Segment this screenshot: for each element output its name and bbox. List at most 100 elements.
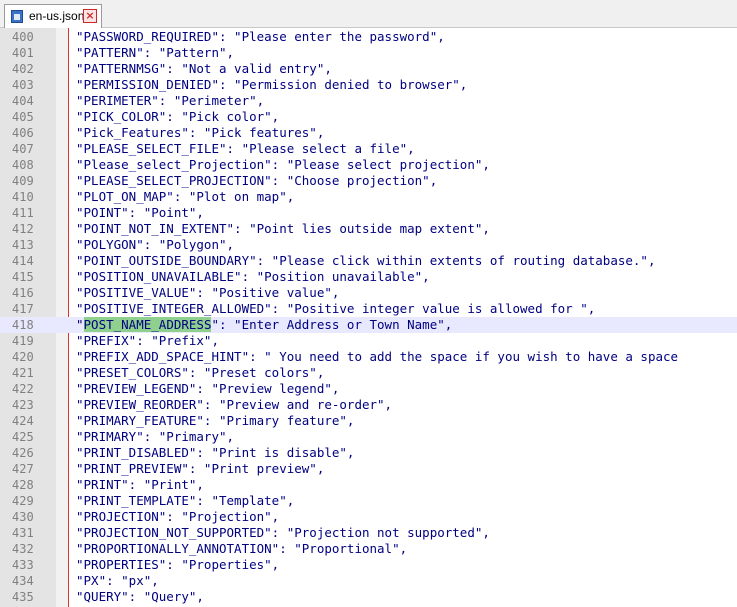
code-line[interactable]: 416 "POSITIVE_VALUE": "Positive value", <box>0 285 737 301</box>
line-number: 432 <box>12 542 34 556</box>
code-text: "PRINT_TEMPLATE": "Template", <box>76 493 295 508</box>
code-text: "PROJECTION": "Projection", <box>76 509 280 524</box>
code-line[interactable]: 430 "PROJECTION": "Projection", <box>0 509 737 525</box>
code-line[interactable]: 434 "PX": "px", <box>0 573 737 589</box>
line-number: 420 <box>12 350 34 364</box>
code-text: "PATTERN": "Pattern", <box>76 45 235 60</box>
line-number: 402 <box>12 62 34 76</box>
line-number: 426 <box>12 446 34 460</box>
code-text: "PRIMARY": "Primary", <box>76 429 235 444</box>
code-line[interactable]: 432 "PROPORTIONALLY_ANNOTATION": "Proport… <box>0 541 737 557</box>
search-match-highlight: POST_NAME_ADDRESS <box>83 317 212 332</box>
line-number: 416 <box>12 286 34 300</box>
line-number: 405 <box>12 110 34 124</box>
code-line[interactable]: 412 "POINT_NOT_IN_EXTENT": "Point lies ou… <box>0 221 737 237</box>
code-line[interactable]: 422 "PREVIEW_LEGEND": "Preview legend", <box>0 381 737 397</box>
code-text: "POSITIVE_INTEGER_ALLOWED": "Positive in… <box>76 301 596 316</box>
line-number: 406 <box>12 126 34 140</box>
code-text: "PRINT_PREVIEW": "Print preview", <box>76 461 325 476</box>
line-number: 401 <box>12 46 34 60</box>
line-number: 423 <box>12 398 34 412</box>
code-line[interactable]: 418 "POST_NAME_ADDRESS": "Enter Address o… <box>0 317 737 333</box>
code-text: "PERMISSION_DENIED": "Permission denied … <box>76 77 468 92</box>
code-text: "PROPORTIONALLY_ANNOTATION": "Proportion… <box>76 541 408 556</box>
line-number: 430 <box>12 510 34 524</box>
line-number: 419 <box>12 334 34 348</box>
line-number: 431 <box>12 526 34 540</box>
code-editor[interactable]: 400 "PASSWORD_REQUIRED": "Please enter th… <box>0 28 737 607</box>
code-text: "POSITIVE_VALUE": "Positive value", <box>76 285 340 300</box>
line-number: 415 <box>12 270 34 284</box>
code-text: "POSITION_UNAVAILABLE": "Position unavai… <box>76 269 430 284</box>
code-line[interactable]: 405 "PICK_COLOR": "Pick color", <box>0 109 737 125</box>
code-text: "PREVIEW_LEGEND": "Preview legend", <box>76 381 340 396</box>
line-number: 422 <box>12 382 34 396</box>
code-line[interactable]: 409 "PLEASE_SELECT_PROJECTION": "Choose p… <box>0 173 737 189</box>
code-line[interactable]: 403 "PERMISSION_DENIED": "Permission deni… <box>0 77 737 93</box>
line-number: 428 <box>12 478 34 492</box>
line-number: 411 <box>12 206 34 220</box>
line-number: 425 <box>12 430 34 444</box>
line-number: 400 <box>12 30 34 44</box>
code-line[interactable]: 410 "PLOT_ON_MAP": "Plot on map", <box>0 189 737 205</box>
code-line[interactable]: 401 "PATTERN": "Pattern", <box>0 45 737 61</box>
line-number: 435 <box>12 590 34 604</box>
code-text: "PICK_COLOR": "Pick color", <box>76 109 280 124</box>
code-line[interactable]: 424 "PRIMARY_FEATURE": "Primary feature", <box>0 413 737 429</box>
code-text: "PLEASE_SELECT_FILE": "Please select a f… <box>76 141 415 156</box>
code-text: "PLOT_ON_MAP": "Plot on map", <box>76 189 295 204</box>
code-text: "PRINT": "Print", <box>76 477 204 492</box>
code-text: "PREFIX": "Prefix", <box>76 333 219 348</box>
code-text: "PERIMETER": "Perimeter", <box>76 93 265 108</box>
code-line[interactable]: 420 "PREFIX_ADD_SPACE_HINT": " You need t… <box>0 349 737 365</box>
line-number: 403 <box>12 78 34 92</box>
code-text: "POINT_OUTSIDE_BOUNDARY": "Please click … <box>76 253 656 268</box>
code-line[interactable]: 404 "PERIMETER": "Perimeter", <box>0 93 737 109</box>
code-line[interactable]: 407 "PLEASE_SELECT_FILE": "Please select … <box>0 141 737 157</box>
line-number: 434 <box>12 574 34 588</box>
code-lines: 400 "PASSWORD_REQUIRED": "Please enter th… <box>0 29 737 605</box>
code-text: "PREVIEW_REORDER": "Preview and re-order… <box>76 397 393 412</box>
tab-en-us-json[interactable]: en-us.json × <box>4 4 102 28</box>
code-text: "PX": "px", <box>76 573 159 588</box>
code-line[interactable]: 400 "PASSWORD_REQUIRED": "Please enter th… <box>0 29 737 45</box>
code-text: "Pick_Features": "Pick features", <box>76 125 325 140</box>
line-number: 429 <box>12 494 34 508</box>
code-text: "PREFIX_ADD_SPACE_HINT": " You need to a… <box>76 349 679 364</box>
line-number: 427 <box>12 462 34 476</box>
code-text: "POST_NAME_ADDRESS": "Enter Address or T… <box>76 317 452 333</box>
code-line[interactable]: 414 "POINT_OUTSIDE_BOUNDARY": "Please cli… <box>0 253 737 269</box>
code-line[interactable]: 431 "PROJECTION_NOT_SUPPORTED": "Projecti… <box>0 525 737 541</box>
code-line[interactable]: 408 "Please_select_Projection": "Please s… <box>0 157 737 173</box>
code-text: "PRINT_DISABLED": "Print is disable", <box>76 445 355 460</box>
code-line[interactable]: 425 "PRIMARY": "Primary", <box>0 429 737 445</box>
code-line[interactable]: 433 "PROPERTIES": "Properties", <box>0 557 737 573</box>
line-number: 408 <box>12 158 34 172</box>
code-line[interactable]: 426 "PRINT_DISABLED": "Print is disable", <box>0 445 737 461</box>
code-text: "PLEASE_SELECT_PROJECTION": "Choose proj… <box>76 173 438 188</box>
code-text-suffix: ": "Enter Address or Town Name", <box>211 317 453 332</box>
tab-title: en-us.json <box>29 9 85 23</box>
json-file-icon <box>11 10 23 23</box>
code-line[interactable]: 419 "PREFIX": "Prefix", <box>0 333 737 349</box>
code-text: "PROPERTIES": "Properties", <box>76 557 280 572</box>
code-line[interactable]: 435 "QUERY": "Query", <box>0 589 737 605</box>
code-line[interactable]: 415 "POSITION_UNAVAILABLE": "Position una… <box>0 269 737 285</box>
code-line[interactable]: 417 "POSITIVE_INTEGER_ALLOWED": "Positive… <box>0 301 737 317</box>
code-line[interactable]: 413 "POLYGON": "Polygon", <box>0 237 737 253</box>
line-number: 409 <box>12 174 34 188</box>
code-text: "Please_select_Projection": "Please sele… <box>76 157 490 172</box>
code-line[interactable]: 428 "PRINT": "Print", <box>0 477 737 493</box>
code-line[interactable]: 423 "PREVIEW_REORDER": "Preview and re-or… <box>0 397 737 413</box>
code-line[interactable]: 429 "PRINT_TEMPLATE": "Template", <box>0 493 737 509</box>
code-line[interactable]: 411 "POINT": "Point", <box>0 205 737 221</box>
line-number: 404 <box>12 94 34 108</box>
code-text-prefix: " <box>76 317 84 332</box>
code-line[interactable]: 427 "PRINT_PREVIEW": "Print preview", <box>0 461 737 477</box>
code-line[interactable]: 402 "PATTERNMSG": "Not a valid entry", <box>0 61 737 77</box>
code-line[interactable]: 406 "Pick_Features": "Pick features", <box>0 125 737 141</box>
line-number: 433 <box>12 558 34 572</box>
close-tab-icon[interactable]: × <box>83 9 97 23</box>
code-line[interactable]: 421 "PRESET_COLORS": "Preset colors", <box>0 365 737 381</box>
line-number: 413 <box>12 238 34 252</box>
